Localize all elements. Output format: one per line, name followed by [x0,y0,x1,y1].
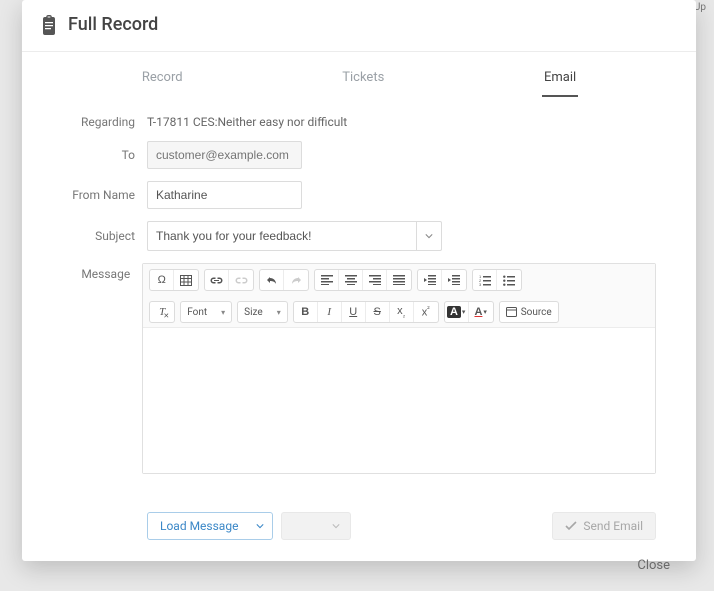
label-regarding: Regarding [62,115,147,129]
bg-color-button[interactable]: A▾ [469,301,493,323]
numbered-list-icon: 123 [479,275,491,286]
editor-body[interactable] [143,328,655,473]
modal-footer: Close [22,548,696,591]
bold-button[interactable]: B [294,301,318,323]
row-to: To [62,141,656,169]
label-from-name: From Name [62,188,147,202]
omega-icon: Ω [158,274,166,286]
row-message: Message Ω [62,263,656,474]
label-subject: Subject [62,229,147,243]
indent-button[interactable] [442,269,466,291]
caret-down-icon: ▾ [277,308,281,317]
tab-email[interactable]: Email [542,66,578,97]
row-subject: Subject [62,221,656,251]
superscript-button[interactable]: x² [414,301,438,323]
align-right-icon [369,275,381,285]
actions-row: Load Message Send Email [22,494,696,548]
row-from-name: From Name [62,181,656,209]
redo-icon [290,275,302,285]
unlink-button[interactable] [229,269,253,291]
underline-icon: U [349,306,357,318]
outdent-button[interactable] [418,269,442,291]
bg-color-icon: A [474,306,482,318]
subject-dropdown-button[interactable] [416,221,442,251]
strike-button[interactable]: S [366,301,390,323]
align-center-button[interactable] [339,269,363,291]
chevron-down-icon [425,232,433,240]
undo-icon [266,275,278,285]
special-char-button[interactable]: Ω [150,269,174,291]
tabs: Record Tickets Email [22,52,696,97]
size-select[interactable]: Size ▾ [238,301,287,323]
source-label: Source [521,307,552,318]
align-left-icon [321,275,333,285]
align-justify-button[interactable] [387,269,411,291]
strike-icon: S [374,306,381,318]
bullet-list-button[interactable] [497,269,521,291]
to-field[interactable] [147,141,302,169]
source-button[interactable]: Source [500,301,558,323]
indent-icon [448,275,460,285]
align-center-icon [345,275,357,285]
align-justify-icon [393,275,405,285]
remove-format-icon: T✕ [159,306,165,318]
close-button[interactable]: Close [637,558,670,573]
link-icon [210,276,223,285]
tab-record[interactable]: Record [140,66,185,97]
tab-tickets[interactable]: Tickets [340,66,386,97]
from-name-field[interactable] [147,181,302,209]
load-message-button[interactable]: Load Message [147,512,273,540]
load-message-label: Load Message [160,519,238,533]
size-select-label: Size [244,307,263,318]
svg-text:3: 3 [479,282,482,286]
subject-combo [147,221,442,251]
check-icon [565,521,577,531]
label-message: Message [62,263,142,281]
secondary-dropdown-button[interactable] [281,512,351,540]
clipboard-icon [40,15,58,35]
table-icon [180,275,192,286]
rich-text-editor: Ω [142,263,656,474]
outdent-icon [424,275,436,285]
bullet-list-icon [503,275,515,286]
table-button[interactable] [174,269,198,291]
send-email-button[interactable]: Send Email [552,512,656,540]
align-right-button[interactable] [363,269,387,291]
editor-toolbar: Ω [143,264,655,328]
full-record-modal: Full Record Record Tickets Email Regardi… [22,0,696,561]
undo-button[interactable] [260,269,284,291]
underline-button[interactable]: U [342,301,366,323]
numbered-list-button[interactable]: 123 [473,269,497,291]
label-to: To [62,148,147,162]
chevron-down-icon [256,522,264,530]
font-select[interactable]: Font ▾ [181,301,231,323]
align-left-button[interactable] [315,269,339,291]
source-icon [506,307,517,317]
link-button[interactable] [205,269,229,291]
subscript-icon: x₂ [397,305,405,319]
chevron-down-icon [332,522,340,530]
unlink-icon [235,276,248,285]
email-form: Regarding T-17811 CES:Neither easy nor d… [22,97,696,494]
caret-down-icon: ▾ [221,308,225,317]
superscript-icon: x² [422,306,430,319]
row-regarding: Regarding T-17811 CES:Neither easy nor d… [62,115,656,129]
text-color-icon: A [447,306,461,318]
redo-button[interactable] [284,269,308,291]
subscript-button[interactable]: x₂ [390,301,414,323]
italic-icon: I [327,306,331,318]
italic-button[interactable]: I [318,301,342,323]
modal-header: Full Record [22,0,696,52]
value-regarding: T-17811 CES:Neither easy nor difficult [147,115,347,129]
subject-field[interactable] [147,221,416,251]
remove-format-button[interactable]: T✕ [150,301,174,323]
send-email-label: Send Email [583,519,643,533]
bold-icon: B [301,306,309,318]
font-select-label: Font [187,307,207,318]
text-color-button[interactable]: A▾ [445,301,469,323]
modal-title: Full Record [68,14,158,35]
